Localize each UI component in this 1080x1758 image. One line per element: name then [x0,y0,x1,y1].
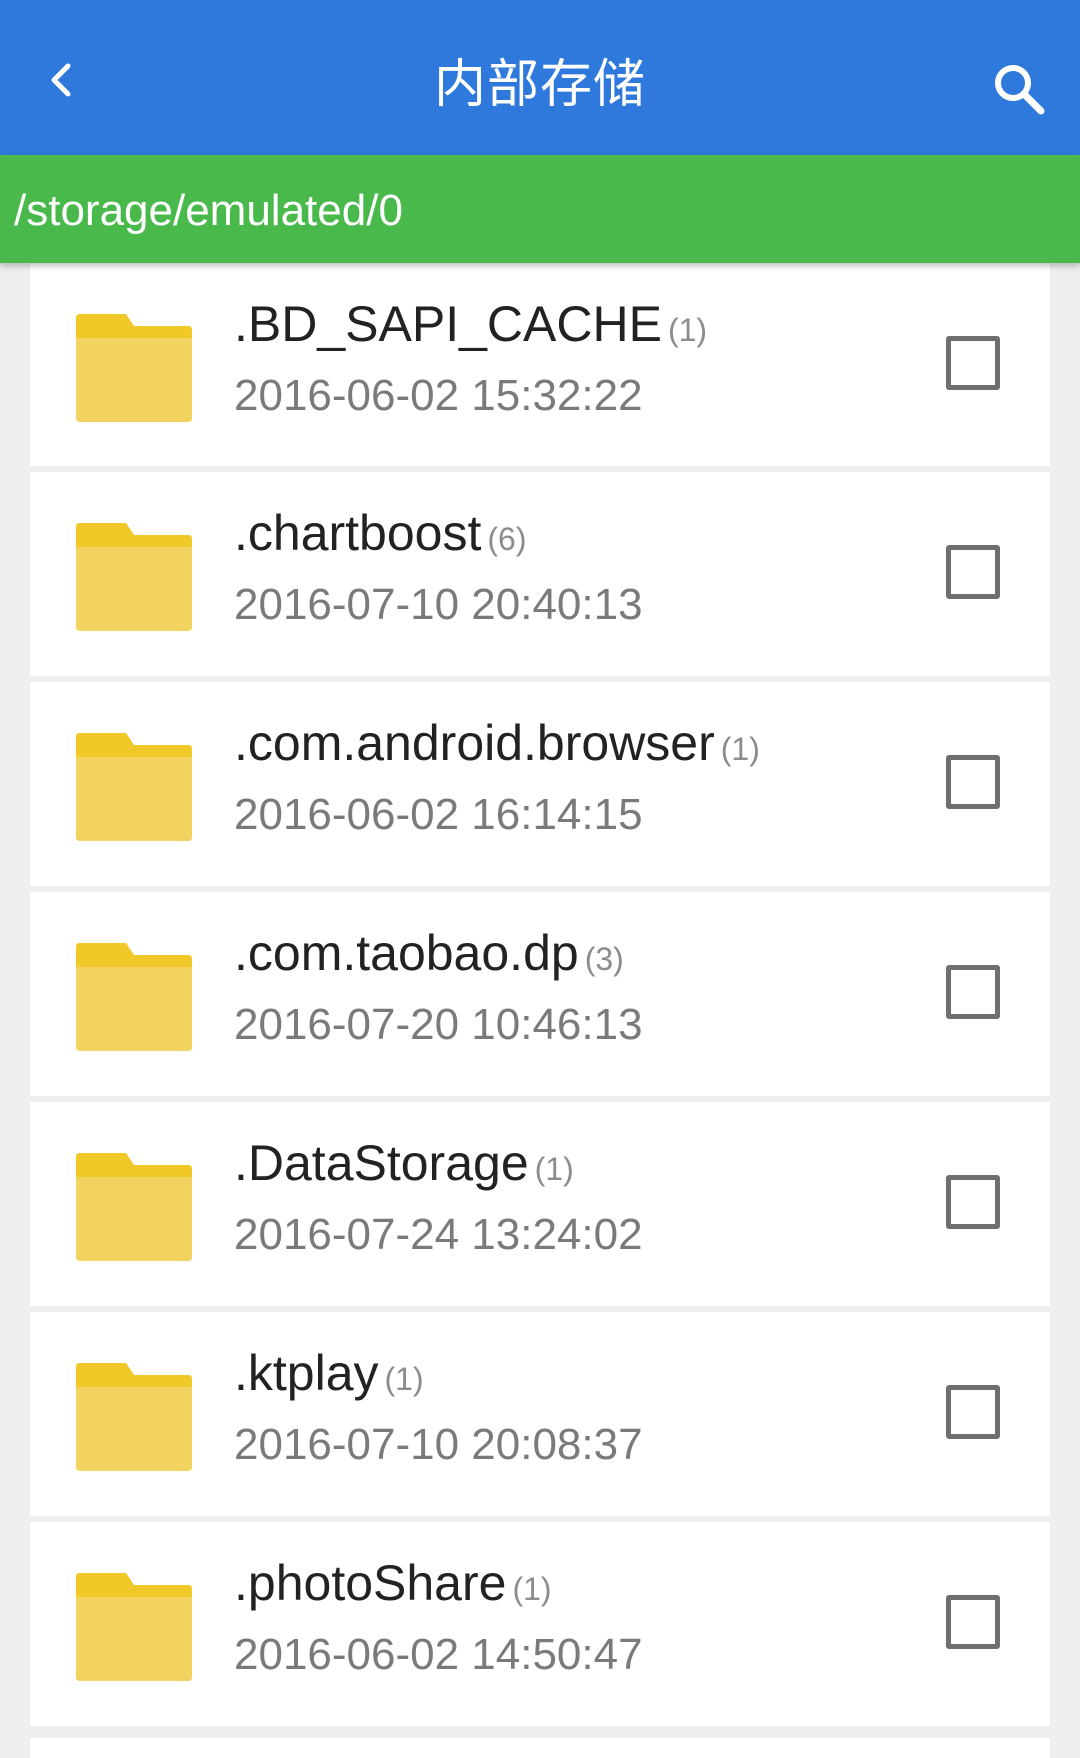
list-item[interactable]: .ktplay (1) 2016-07-10 20:08:37 [30,1312,1050,1516]
file-name: .BD_SAPI_CACHE [234,296,662,352]
modified-date: 2016-06-02 16:14:15 [234,790,643,839]
file-name-line: .BD_SAPI_CACHE (1) [234,295,707,353]
path-bar: /storage/emulated/0 [0,155,1080,263]
modified-date: 2016-07-10 20:40:13 [234,580,643,629]
item-count: (1) [384,1361,424,1397]
folder-icon [76,1363,192,1471]
modified-date: 2016-06-02 14:50:47 [234,1630,643,1679]
select-checkbox[interactable] [946,1385,1000,1439]
select-checkbox[interactable] [946,965,1000,1019]
item-count: (1) [720,731,760,767]
item-count: (1) [512,1571,552,1607]
folder-icon [76,943,192,1051]
list-item[interactable]: .BD_SAPI_CACHE (1) 2016-06-02 15:32:22 [30,263,1050,466]
folder-icon [76,1573,192,1681]
file-name: .photoShare [234,1555,507,1611]
file-list: .BD_SAPI_CACHE (1) 2016-06-02 15:32:22 .c… [30,263,1050,1732]
folder-icon [76,733,192,841]
select-checkbox[interactable] [946,755,1000,809]
search-button[interactable] [986,56,1052,122]
modified-date: 2016-06-02 15:32:22 [234,371,643,420]
modified-date: 2016-07-20 10:46:13 [234,1000,643,1049]
list-item[interactable]: .com.taobao.dp (3) 2016-07-20 10:46:13 [30,892,1050,1096]
file-name-line: .DataStorage (1) [234,1134,574,1192]
list-item[interactable]: .chartboost (6) 2016-07-10 20:40:13 [30,472,1050,676]
current-path: /storage/emulated/0 [14,186,403,235]
folder-icon [76,1153,192,1261]
item-count: (6) [487,521,527,557]
item-count: (1) [534,1151,574,1187]
list-item[interactable]: .photoShare (1) 2016-06-02 14:50:47 [30,1522,1050,1726]
item-count: (3) [584,941,624,977]
list-item[interactable]: .DataStorage (1) 2016-07-24 13:24:02 [30,1102,1050,1306]
file-name: .chartboost [234,505,482,561]
select-checkbox[interactable] [946,1175,1000,1229]
file-name-line: .photoShare (1) [234,1554,552,1612]
folder-icon [76,314,192,422]
list-item-partial[interactable] [30,1738,1050,1758]
app-bar: 内部存储 [0,0,1080,155]
page-title: 内部存储 [433,55,646,115]
folder-icon [76,523,192,631]
file-name: .com.android.browser [234,715,715,771]
select-checkbox[interactable] [946,336,1000,390]
select-checkbox[interactable] [946,1595,1000,1649]
modified-date: 2016-07-10 20:08:37 [234,1420,643,1469]
file-name: .com.taobao.dp [234,925,579,981]
search-icon [995,65,1045,115]
file-name-line: .chartboost (6) [234,504,526,562]
file-name-line: .ktplay (1) [234,1344,424,1402]
select-checkbox[interactable] [946,545,1000,599]
file-name-line: .com.taobao.dp (3) [234,924,624,982]
list-item[interactable]: .com.android.browser (1) 2016-06-02 16:14… [30,682,1050,886]
file-name: .DataStorage [234,1135,529,1191]
modified-date: 2016-07-24 13:24:02 [234,1210,643,1259]
file-name-line: .com.android.browser (1) [234,714,760,772]
item-count: (1) [667,312,708,348]
file-name: .ktplay [234,1345,379,1401]
